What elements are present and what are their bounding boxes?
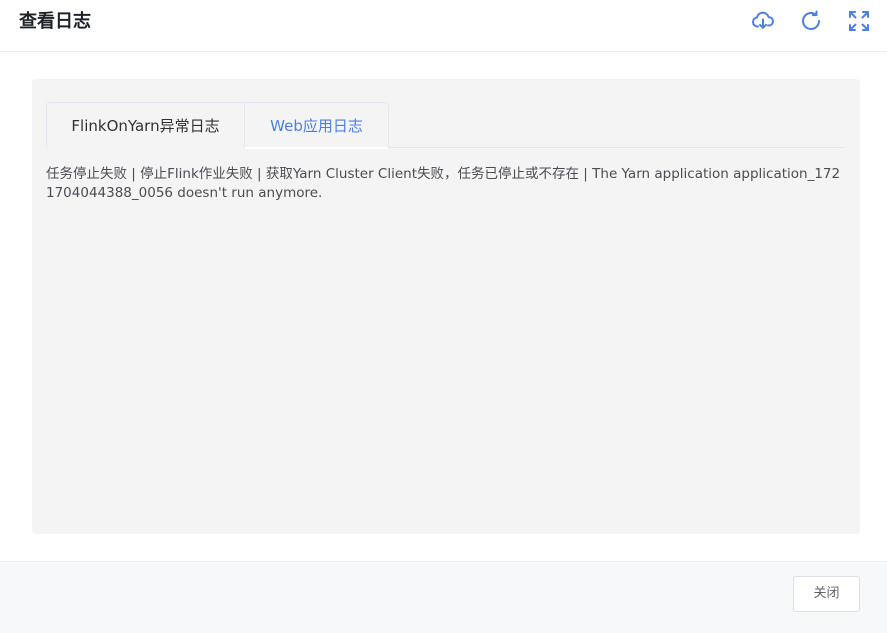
log-tabs: FlinkOnYarn异常日志 Web应用日志 [46, 102, 844, 149]
log-dialog: 查看日志 FlinkOnYarn异常日志 Web应用日志 任务停止失败 | 停止… [0, 0, 887, 633]
dialog-header: 查看日志 [0, 0, 887, 52]
dialog-title: 查看日志 [19, 11, 91, 32]
fullscreen-icon[interactable] [846, 8, 872, 34]
log-panel: FlinkOnYarn异常日志 Web应用日志 任务停止失败 | 停止Flink… [32, 79, 860, 534]
close-button[interactable]: 关闭 [793, 576, 860, 612]
cloud-download-icon[interactable] [750, 8, 776, 34]
tab-web-app-log[interactable]: Web应用日志 [244, 102, 389, 149]
log-content: 任务停止失败 | 停止Flink作业失败 | 获取Yarn Cluster Cl… [46, 166, 841, 201]
tab-flinkonyarn-error-log[interactable]: FlinkOnYarn异常日志 [46, 102, 245, 148]
refresh-icon[interactable] [798, 8, 824, 34]
dialog-footer: 关闭 [0, 561, 887, 633]
